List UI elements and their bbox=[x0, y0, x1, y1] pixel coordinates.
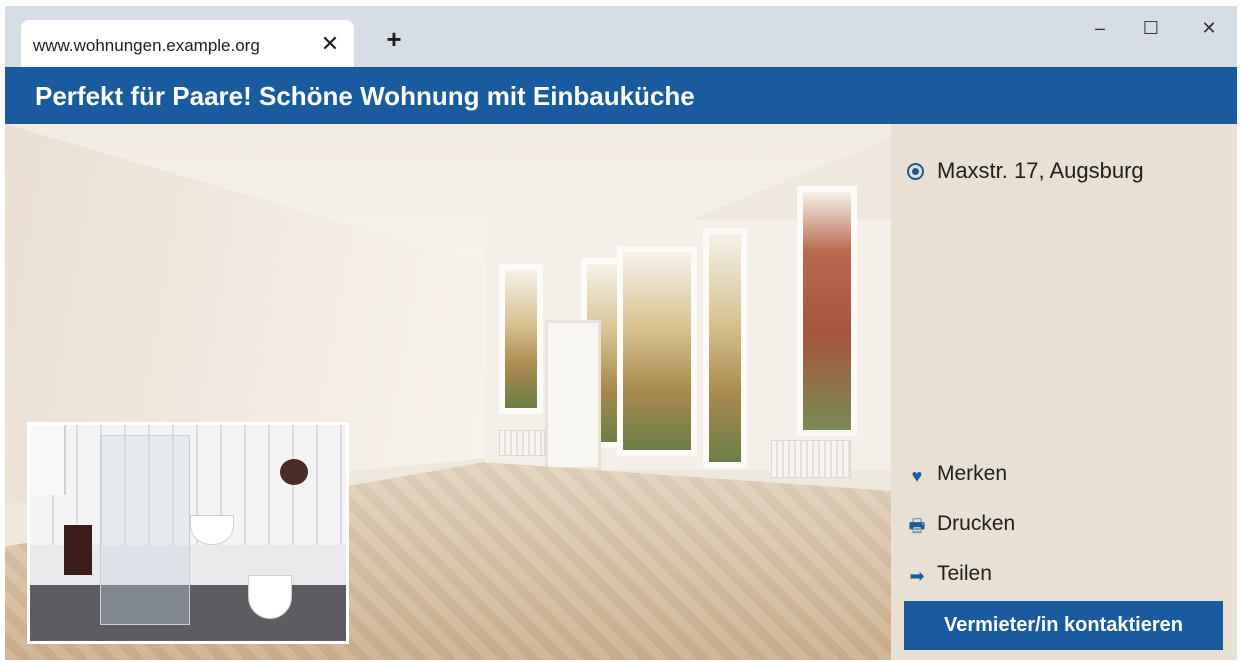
browser-tab[interactable]: www.wohnungen.example.org ✕ bbox=[21, 20, 354, 67]
photo-radiator bbox=[771, 440, 851, 478]
heart-icon: ♥ bbox=[911, 466, 923, 486]
address-text: Maxstr. 17, Augsburg bbox=[937, 158, 1144, 183]
photo-window bbox=[499, 264, 543, 414]
save-listing-label: Merken bbox=[937, 462, 1008, 485]
photo-door bbox=[545, 320, 601, 470]
tab-close-icon[interactable]: ✕ bbox=[317, 31, 343, 57]
photo-window bbox=[703, 228, 747, 468]
main-photo[interactable] bbox=[5, 124, 891, 660]
minimize-button[interactable]: – bbox=[1085, 16, 1115, 40]
printer-icon: 🖶 bbox=[908, 516, 926, 536]
tab-strip: www.wohnungen.example.org ✕ + – ☐ ✕ bbox=[5, 6, 1237, 67]
maximize-button[interactable]: ☐ bbox=[1136, 16, 1166, 40]
browser-window: www.wohnungen.example.org ✕ + – ☐ ✕ Perf… bbox=[5, 6, 1237, 660]
photo-radiator bbox=[499, 430, 545, 456]
thumb-window bbox=[30, 425, 66, 495]
thumb-towel bbox=[64, 525, 92, 575]
print-listing-label: Drucken bbox=[937, 512, 1016, 535]
bathroom-thumbnail[interactable] bbox=[27, 422, 349, 644]
photo-window bbox=[617, 246, 697, 456]
photo-window bbox=[797, 186, 857, 436]
listing-title: Perfekt für Paare! Schöne Wohnung mit Ei… bbox=[35, 81, 695, 111]
listing-sidebar: Maxstr. 17, Augsburg ♥ Merken 🖶 Drucken … bbox=[891, 124, 1237, 660]
listing-header: Perfekt für Paare! Schöne Wohnung mit Ei… bbox=[5, 67, 1237, 124]
close-window-button[interactable]: ✕ bbox=[1194, 16, 1224, 40]
thumb-toilet bbox=[248, 575, 292, 619]
new-tab-button[interactable]: + bbox=[381, 26, 407, 52]
thumb-plant bbox=[280, 459, 308, 485]
location-radio-icon bbox=[907, 163, 924, 180]
arrow-right-icon: ➡ bbox=[909, 566, 925, 586]
contact-landlord-button[interactable]: Vermieter/in kontaktieren bbox=[904, 601, 1223, 650]
tab-title: www.wohnungen.example.org bbox=[33, 36, 260, 55]
thumb-shower-glass bbox=[100, 435, 190, 625]
share-listing-label: Teilen bbox=[937, 562, 992, 585]
